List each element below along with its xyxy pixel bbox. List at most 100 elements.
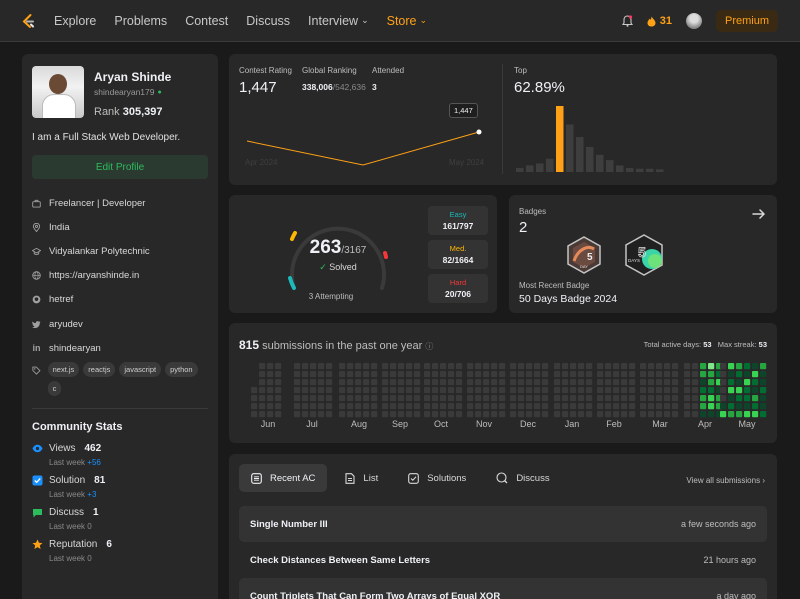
heatmap-cell[interactable] [456,403,463,410]
heatmap-cell[interactable] [363,403,370,410]
heatmap-cell[interactable] [518,371,525,378]
tab-recent-ac[interactable]: Recent AC [239,464,328,492]
heatmap-cell[interactable] [648,387,655,394]
heatmap-cell[interactable] [448,371,455,378]
heatmap-cell[interactable] [518,403,525,410]
heatmap-cell[interactable] [432,411,439,418]
heatmap-cell[interactable] [648,379,655,386]
heatmap-cell[interactable] [526,387,533,394]
heatmap-cell[interactable] [424,379,431,386]
heatmap-cell[interactable] [728,363,735,370]
heatmap-cell[interactable] [629,411,636,418]
heatmap-cell[interactable] [510,379,517,386]
heatmap-cell[interactable] [656,411,663,418]
heatmap-cell[interactable] [736,387,743,394]
heatmap-cell[interactable] [483,387,490,394]
list-item[interactable]: Single Number III a few seconds ago [239,506,767,542]
heatmap-cell[interactable] [562,403,569,410]
heatmap-cell[interactable] [390,387,397,394]
heatmap-cell[interactable] [613,387,620,394]
heatmap-cell[interactable] [398,411,405,418]
heatmap-cell[interactable] [339,363,346,370]
heatmap-cell[interactable] [302,363,309,370]
heatmap-cell[interactable] [318,395,325,402]
heatmap-cell[interactable] [475,379,482,386]
heatmap-cell[interactable] [398,403,405,410]
heatmap-cell[interactable] [326,403,333,410]
heatmap-cell[interactable] [744,395,751,402]
heatmap-cell[interactable] [542,411,549,418]
heatmap-cell[interactable] [720,387,727,394]
heatmap-cell[interactable] [259,379,266,386]
heatmap-cell[interactable] [752,387,759,394]
heatmap-cell[interactable] [692,387,699,394]
heatmap-cell[interactable] [326,379,333,386]
heatmap-cell[interactable] [629,371,636,378]
heatmap-cell[interactable] [692,363,699,370]
heatmap-cell[interactable] [475,371,482,378]
heatmap-cell[interactable] [629,395,636,402]
heatmap-cell[interactable] [326,387,333,394]
heatmap-cell[interactable] [684,363,691,370]
heatmap-cell[interactable] [605,387,612,394]
heatmap-cell[interactable] [414,371,421,378]
heatmap-cell[interactable] [534,403,541,410]
heatmap-cell[interactable] [752,403,759,410]
heatmap-cell[interactable] [371,363,378,370]
heatmap-cell[interactable] [760,363,767,370]
heatmap-cell[interactable] [390,395,397,402]
heatmap-cell[interactable] [672,379,679,386]
heatmap-cell[interactable] [251,403,258,410]
heatmap-cell[interactable] [355,363,362,370]
heatmap-cell[interactable] [744,371,751,378]
heatmap-cell[interactable] [355,395,362,402]
heatmap-cell[interactable] [499,363,506,370]
heatmap-cell[interactable] [629,387,636,394]
heatmap-cell[interactable] [534,379,541,386]
heatmap-cell[interactable] [347,403,354,410]
heatmap-cell[interactable] [728,403,735,410]
heatmap-cell[interactable] [664,371,671,378]
heatmap-cell[interactable] [491,379,498,386]
heatmap-cell[interactable] [440,395,447,402]
heatmap-cell[interactable] [744,363,751,370]
5-day-badge-icon[interactable]: 5 DAY [564,235,604,275]
heatmap-cell[interactable] [720,403,727,410]
heatmap-cell[interactable] [267,363,274,370]
nav-discuss[interactable]: Discuss [246,14,290,28]
heatmap-cell[interactable] [562,371,569,378]
heatmap-cell[interactable] [398,395,405,402]
heatmap-cell[interactable] [586,363,593,370]
heatmap-cell[interactable] [692,411,699,418]
heatmap-cell[interactable] [448,363,455,370]
heatmap-cell[interactable] [640,363,647,370]
heatmap-cell[interactable] [467,387,474,394]
heatmap-cell[interactable] [720,371,727,378]
heatmap-cell[interactable] [382,411,389,418]
heatmap-cell[interactable] [672,395,679,402]
heatmap-cell[interactable] [728,379,735,386]
heatmap-cell[interactable] [259,411,266,418]
heatmap-cell[interactable] [708,395,715,402]
heatmap-cell[interactable] [613,363,620,370]
heatmap-cell[interactable] [672,387,679,394]
heatmap-cell[interactable] [483,403,490,410]
heatmap-cell[interactable] [597,387,604,394]
tab-list[interactable]: List [333,464,390,492]
heatmap-cell[interactable] [310,363,317,370]
heatmap-cell[interactable] [491,363,498,370]
heatmap-cell[interactable] [491,387,498,394]
heatmap-cell[interactable] [542,363,549,370]
heatmap-cell[interactable] [267,371,274,378]
heatmap-cell[interactable] [510,395,517,402]
heatmap-cell[interactable] [597,371,604,378]
heatmap-cell[interactable] [499,387,506,394]
heatmap-cell[interactable] [570,379,577,386]
heatmap-cell[interactable] [656,395,663,402]
heatmap-cell[interactable] [339,379,346,386]
heatmap-cell[interactable] [518,363,525,370]
heatmap-cell[interactable] [621,403,628,410]
heatmap-cell[interactable] [648,411,655,418]
heatmap-cell[interactable] [597,379,604,386]
heatmap-cell[interactable] [382,403,389,410]
